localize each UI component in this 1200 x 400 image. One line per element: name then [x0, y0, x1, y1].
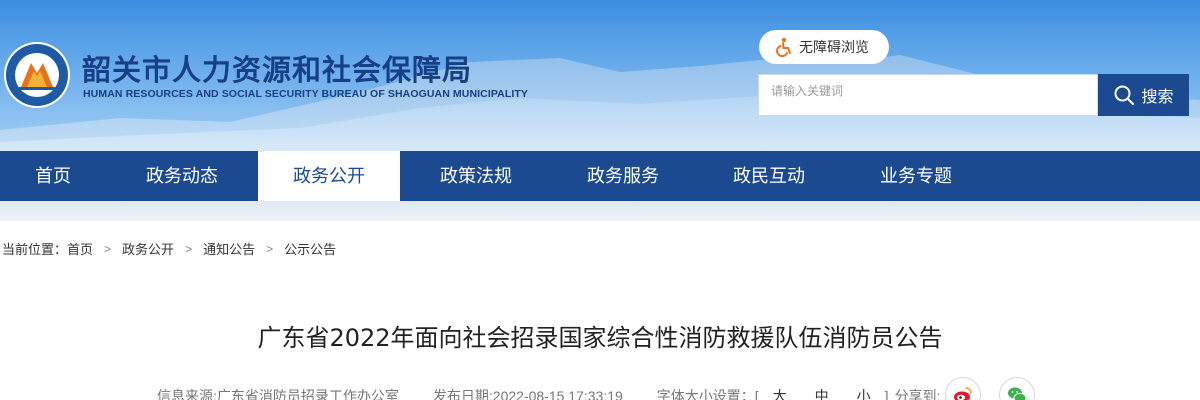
bureau-emblem-icon	[4, 42, 70, 108]
breadcrumb-separator: >	[266, 241, 274, 256]
weibo-icon[interactable]	[945, 377, 981, 400]
font-size-medium[interactable]: 中	[815, 386, 829, 400]
breadcrumb-separator: >	[104, 241, 112, 256]
breadcrumb: 当前位置： 首页 > 政务公开 > 通知公告 > 公示公告	[2, 239, 336, 258]
article-publish-date: 发布日期:2022-08-15 17:33:19	[432, 388, 623, 400]
font-size-small[interactable]: 小	[857, 386, 871, 400]
breadcrumb-separator: >	[185, 241, 193, 256]
search-button-label: 搜索	[1141, 89, 1174, 106]
search-icon	[1114, 85, 1135, 105]
search-input[interactable]	[759, 65, 1097, 117]
site-title: 韶关市人力资源和社会保障局	[82, 53, 473, 87]
font-size-large[interactable]: 大	[773, 386, 787, 400]
nav-item-home[interactable]: 首页	[0, 151, 106, 201]
accessibility-label: 无障碍浏览	[799, 39, 869, 55]
search-box	[758, 65, 1098, 117]
main-nav: 首页 政务动态 政务公开 政策法规 政务服务 政民互动 业务专题	[0, 151, 1200, 201]
weibo-glyph	[954, 387, 972, 400]
search-button[interactable]: 搜索	[1098, 74, 1189, 116]
wechat-glyph	[1008, 387, 1027, 400]
nav-item-interaction[interactable]: 政民互动	[694, 151, 844, 201]
site-header: 韶关市人力资源和社会保障局 HUMAN RESOURCES AND SOCIAL…	[0, 0, 1200, 151]
breadcrumb-announcements[interactable]: 公示公告	[284, 239, 336, 258]
nav-item-services[interactable]: 政务服务	[552, 151, 694, 201]
breadcrumb-gov-open[interactable]: 政务公开	[122, 239, 174, 258]
font-size-label: 字体大小设置：	[656, 388, 755, 400]
breadcrumb-prefix: 当前位置：	[2, 242, 68, 257]
article-meta: 信息来源:广东省消防员招录工作办公室 发布日期:2022-08-15 17:33…	[157, 386, 940, 400]
wechat-icon[interactable]	[999, 377, 1035, 400]
accessibility-button[interactable]: 无障碍浏览	[759, 30, 889, 64]
article-source: 信息来源:广东省消防员招录工作办公室	[157, 388, 399, 400]
nav-item-news[interactable]: 政务动态	[106, 151, 258, 201]
nav-item-topics[interactable]: 业务专题	[844, 151, 988, 201]
article-title: 广东省2022年面向社会招录国家综合性消防救援队伍消防员公告	[257, 324, 943, 352]
nav-shadow-strip	[0, 201, 1200, 221]
nav-item-gov-open[interactable]: 政务公开	[258, 151, 400, 201]
share-label: 分享到:	[894, 388, 941, 400]
site-title-english: HUMAN RESOURCES AND SOCIAL SECURITY BURE…	[83, 88, 528, 100]
wheelchair-icon	[776, 37, 791, 57]
breadcrumb-home[interactable]: 首页	[67, 239, 93, 258]
nav-item-policy[interactable]: 政策法规	[400, 151, 552, 201]
breadcrumb-notices[interactable]: 通知公告	[203, 239, 255, 258]
